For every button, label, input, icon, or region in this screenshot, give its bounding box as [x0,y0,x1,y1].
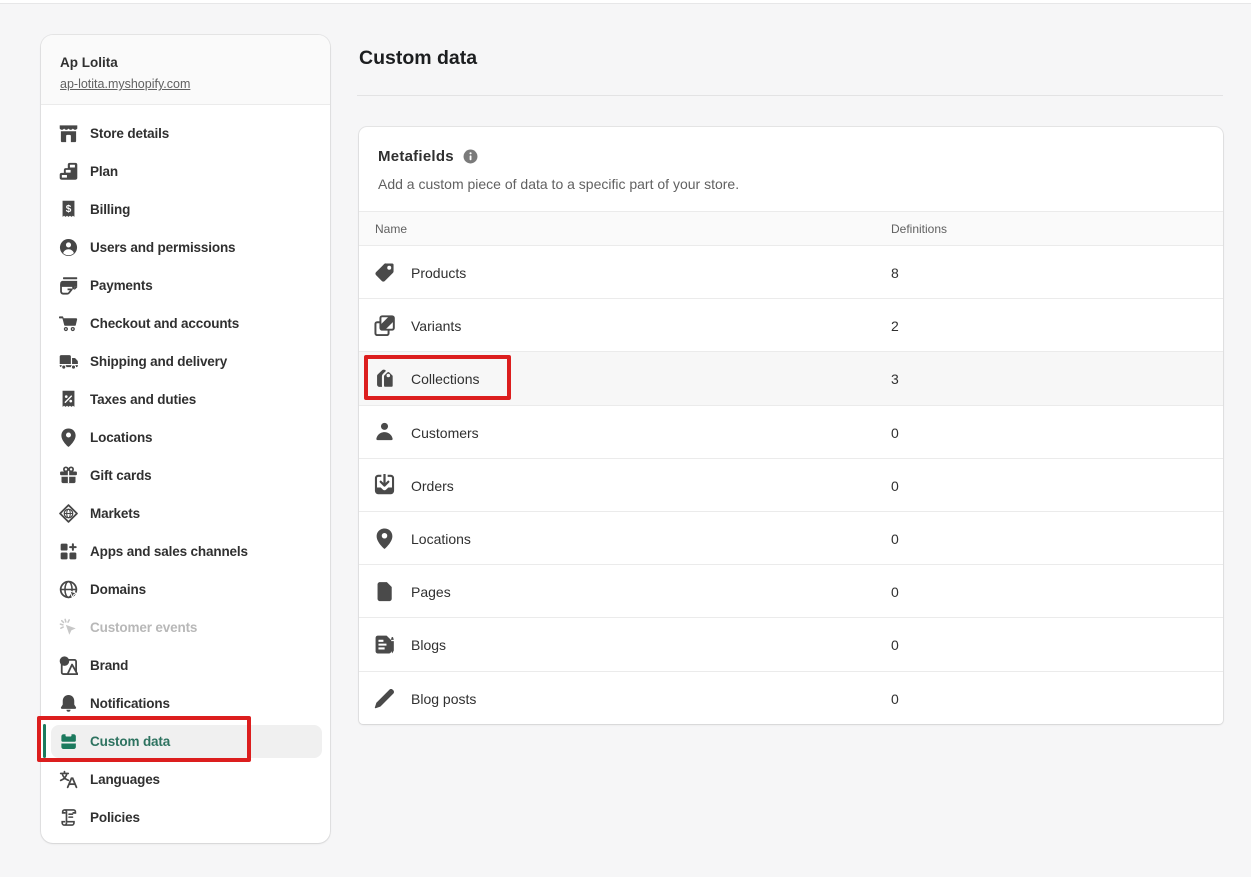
svg-text:$: $ [66,204,72,215]
